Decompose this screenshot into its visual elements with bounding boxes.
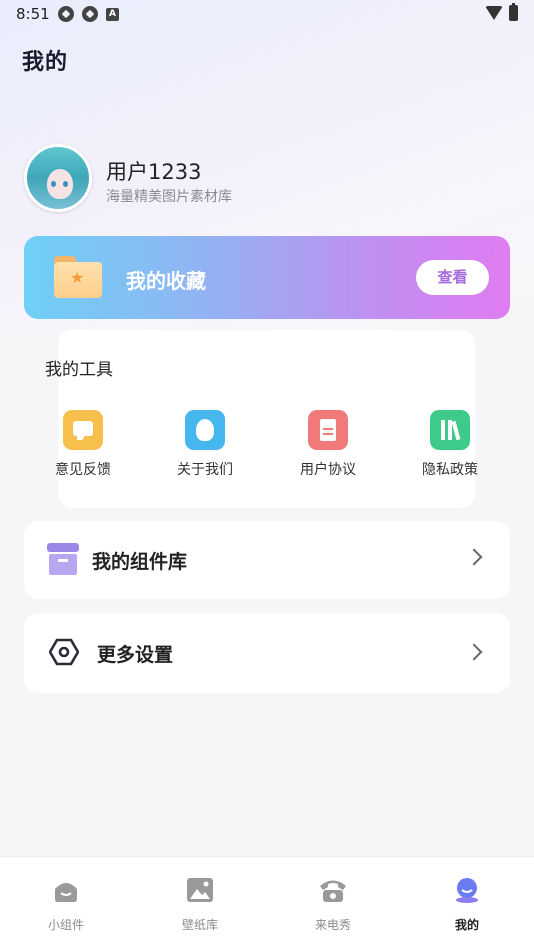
- avatar-eye: [63, 181, 68, 187]
- user-subtitle: 海量精美图片素材库: [106, 189, 232, 205]
- row-label: 我的组件库: [92, 551, 188, 573]
- nav-label: 壁纸库: [181, 918, 218, 932]
- app-notification-icon: [58, 6, 74, 22]
- chevron-right-icon: [465, 548, 483, 566]
- document-icon: [308, 410, 348, 450]
- wallpaper-icon: [187, 878, 213, 902]
- status-time: 8:51: [16, 5, 50, 23]
- profile-icon: [456, 878, 478, 903]
- chevron-right-icon: [465, 643, 483, 661]
- tool-label: 意见反馈: [55, 462, 111, 478]
- row-label: 更多设置: [97, 644, 174, 666]
- more-settings-row[interactable]: 更多设置: [24, 613, 510, 693]
- tool-label: 关于我们: [177, 462, 233, 478]
- battery-icon: [509, 3, 518, 21]
- app-notification-icon: [82, 6, 98, 22]
- nav-item-mine[interactable]: 我的: [422, 877, 512, 933]
- tool-privacy-policy[interactable]: 隐私政策: [405, 410, 495, 479]
- username: 用户1233: [106, 160, 202, 184]
- tools-title: 我的工具: [45, 360, 113, 380]
- books-icon: [430, 410, 470, 450]
- a-notification-icon: A: [106, 7, 119, 21]
- people-icon: [185, 410, 225, 450]
- notification-icons: A: [58, 6, 119, 22]
- nav-item-widgets[interactable]: 小组件: [21, 877, 111, 933]
- avatar-eye: [51, 181, 56, 187]
- hexagon-settings-icon: [49, 638, 79, 666]
- folder-star-icon: ★: [54, 256, 102, 298]
- feedback-chat-icon: [63, 410, 103, 450]
- tool-feedback[interactable]: 意见反馈: [38, 410, 128, 479]
- tool-label: 隐私政策: [422, 462, 478, 478]
- bottom-navigation: 小组件 壁纸库 来电秀 我的: [0, 856, 534, 950]
- tool-label: 用户协议: [300, 462, 356, 478]
- view-favorites-button[interactable]: 查看: [416, 260, 489, 295]
- nav-item-call-show[interactable]: 来电秀: [288, 877, 378, 933]
- phone-icon: [320, 880, 346, 902]
- system-icons: [485, 3, 518, 21]
- nav-label: 来电秀: [314, 918, 351, 932]
- nav-item-wallpapers[interactable]: 壁纸库: [155, 877, 245, 933]
- widget-box-icon: [47, 543, 79, 575]
- status-bar: 8:51 A: [0, 0, 534, 28]
- widget-icon: [55, 883, 77, 902]
- tool-about-us[interactable]: 关于我们: [160, 410, 250, 479]
- tool-user-agreement[interactable]: 用户协议: [283, 410, 373, 479]
- nav-label: 我的: [454, 918, 479, 932]
- wifi-icon: [485, 6, 503, 20]
- avatar[interactable]: [24, 144, 92, 212]
- favorites-title: 我的收藏: [126, 269, 206, 293]
- page-title: 我的: [22, 50, 69, 75]
- favorites-card[interactable]: ★ 我的收藏 查看: [24, 236, 510, 319]
- nav-label: 小组件: [47, 918, 84, 932]
- my-widget-library-row[interactable]: 我的组件库: [24, 521, 510, 599]
